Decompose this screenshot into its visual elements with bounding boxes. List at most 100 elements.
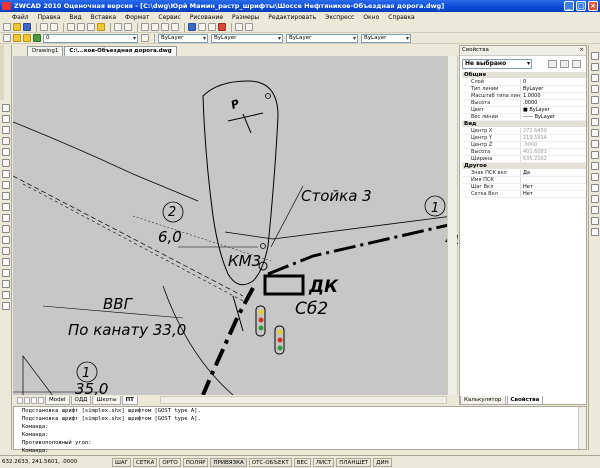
break-tool-icon[interactable] [591,184,599,192]
match-properties-icon[interactable] [97,23,105,31]
menu-window[interactable]: Окно [363,14,379,21]
properties-icon[interactable] [188,23,196,31]
property-row[interactable]: Вес линии —— ByLayer [462,114,586,121]
lengthen-tool-icon[interactable] [591,151,599,159]
paper-toggle[interactable]: ЛИСТ [312,457,335,467]
make-current-icon[interactable] [141,34,149,42]
scale-tool-icon[interactable] [591,129,599,137]
menu-dimension[interactable]: Размеры [232,14,259,21]
layer-freeze-icon[interactable] [23,34,31,42]
dim-style-icon[interactable] [245,23,253,31]
ellipse-tool-icon[interactable] [2,203,10,211]
hatch-tool-icon[interactable] [2,258,10,266]
vertical-scrollbar[interactable] [447,56,457,395]
property-row[interactable]: Центр X 271.6450 [462,128,586,135]
xline-tool-icon[interactable] [2,115,10,123]
tab-calculator[interactable]: Калькулятор [460,396,506,405]
rotate-tool-icon[interactable] [591,118,599,126]
rectangle-tool-icon[interactable] [2,148,10,156]
last-tab-icon[interactable] [38,396,44,404]
join-tool-icon[interactable] [591,195,599,203]
circle-tool-icon[interactable] [2,170,10,178]
osnap-toggle[interactable]: ПРИВЯЗКА [210,457,247,467]
drawing-canvas[interactable]: 2 6,0 Стойка 3 1 41 КМ3 ДК Сб2 ВВГ По ка… [13,56,458,395]
selection-dropdown[interactable]: Не выбрано [462,59,532,69]
property-row[interactable]: Тип линии ByLayer [462,86,586,93]
lineweight-toggle[interactable]: ВЕС [293,457,311,467]
tab-properties[interactable]: Свойства [506,396,544,405]
menu-help[interactable]: Справка [388,14,414,21]
zoom-previous-icon[interactable] [171,23,179,31]
array-tool-icon[interactable] [591,96,599,104]
layer-on-icon[interactable] [13,34,21,42]
design-center-icon[interactable] [198,23,206,31]
prev-tab-icon[interactable] [24,396,30,404]
region-tool-icon[interactable] [2,280,10,288]
color-combo[interactable]: ByLayer [158,33,208,43]
point-tool-icon[interactable] [2,247,10,255]
chamfer-tool-icon[interactable] [591,206,599,214]
line-tool-icon[interactable] [2,104,10,112]
menu-draw[interactable]: Рисование [190,14,223,21]
spline-tool-icon[interactable] [2,192,10,200]
lineweight-combo[interactable]: ByLayer [286,33,358,43]
layer-combo[interactable]: 0 [43,33,138,43]
select-objects-icon[interactable] [560,60,569,68]
tab-pt[interactable]: ПТ [121,395,138,405]
tool-palette-icon[interactable] [208,23,216,31]
close-panel-icon[interactable]: × [579,46,584,55]
polar-toggle[interactable]: ПОЛЯР [182,457,209,467]
insert-block-icon[interactable] [2,225,10,233]
menu-modify[interactable]: Редактировать [268,14,316,21]
ortho-toggle[interactable]: ОРТО [159,457,181,467]
property-row[interactable]: Имя ПСК [462,177,586,184]
tab-current-drawing[interactable]: C:\...ков-Объездная дорога.dwg [64,46,177,56]
property-row[interactable]: Высота .0000 [462,100,586,107]
move-tool-icon[interactable] [591,107,599,115]
menu-edit[interactable]: Правка [38,14,61,21]
extend-tool-icon[interactable] [591,173,599,181]
open-folder-icon[interactable] [13,23,21,31]
table-tool-icon[interactable] [2,291,10,299]
property-row[interactable]: Центр Z .0000 [462,142,586,149]
snap-toggle[interactable]: ШАГ [112,457,131,467]
mtext-tool-icon[interactable] [2,302,10,310]
plot-style-combo[interactable]: ByLayer [361,33,411,43]
text-style-icon[interactable] [235,23,243,31]
quick-select-icon[interactable] [572,60,581,68]
preview-icon[interactable] [50,23,58,31]
property-row[interactable]: Слой 0 [462,79,586,86]
property-row[interactable]: Центр Y 219.5914 [462,135,586,142]
copy-tool-icon[interactable] [591,63,599,71]
dyn-toggle[interactable]: ДИН [373,457,392,467]
save-icon[interactable] [23,23,31,31]
paste-icon[interactable] [87,23,95,31]
zoom-realtime-icon[interactable] [151,23,159,31]
revcloud-tool-icon[interactable] [2,181,10,189]
property-row[interactable]: Высота 401.6081 [462,149,586,156]
tablet-toggle[interactable]: ПЛАНШЕТ [336,457,372,467]
category-general[interactable]: Общие [462,72,586,79]
property-row[interactable]: Цвет ■ ByLayer [462,107,586,114]
tab-shkoty[interactable]: Шкоты [92,395,121,405]
arc-tool-icon[interactable] [2,159,10,167]
polyline-tool-icon[interactable] [2,126,10,134]
grid-toggle[interactable]: СЕТКА [133,457,158,467]
cut-icon[interactable] [67,23,75,31]
tab-model[interactable]: Model [45,395,70,405]
category-view[interactable]: Вид [462,121,586,128]
gradient-tool-icon[interactable] [2,269,10,277]
explode-tool-icon[interactable] [591,228,599,236]
menu-format[interactable]: Формат [125,14,149,21]
toggle-pickadd-icon[interactable] [548,60,557,68]
command-scrollbar[interactable] [578,407,586,449]
property-row[interactable]: Масштаб типа линии1.0000 [462,93,586,100]
redo-icon[interactable] [124,23,132,31]
mirror-tool-icon[interactable] [591,74,599,82]
minimize-button[interactable]: _ [564,1,574,11]
erase-tool-icon[interactable] [591,52,599,60]
design-center-side-tab[interactable] [0,45,4,100]
close-button[interactable]: × [588,1,598,11]
otrack-toggle[interactable]: ОТС-ОБЪЕКТ [248,457,292,467]
tab-drawing1[interactable]: Drawing1 [27,46,64,56]
